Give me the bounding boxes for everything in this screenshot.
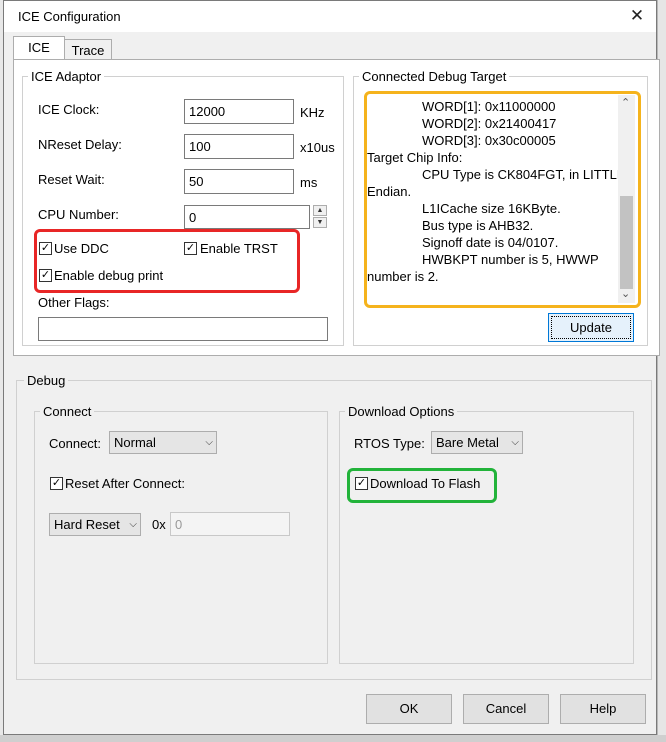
- other-flags-label: Other Flags:: [38, 295, 110, 310]
- spin-up-icon[interactable]: ▲: [313, 205, 327, 216]
- close-icon[interactable]: ✕: [624, 4, 650, 28]
- ice-clock-input[interactable]: 12000: [184, 99, 294, 124]
- update-button[interactable]: Update: [548, 313, 634, 342]
- spin-down-icon[interactable]: ▼: [313, 217, 327, 228]
- cpu-number-input[interactable]: 0: [184, 205, 310, 229]
- chevron-down-icon: ⌵: [511, 437, 519, 448]
- ice-adaptor-title: ICE Adaptor: [28, 69, 105, 84]
- reset-address-input[interactable]: 0: [170, 512, 290, 536]
- red-highlight-box: [34, 229, 300, 293]
- reset-after-connect-checkbox[interactable]: ✓: [50, 477, 63, 490]
- ok-button[interactable]: OK: [366, 694, 452, 724]
- tab-ice[interactable]: ICE: [13, 36, 65, 61]
- nreset-delay-unit: x10us: [300, 140, 335, 155]
- connect-mode-value: Normal: [114, 435, 156, 450]
- ice-configuration-dialog: ICE Configuration ✕ ICE Trace ICE Adapto…: [3, 0, 660, 735]
- debug-title: Debug: [24, 373, 69, 388]
- ice-clock-label: ICE Clock:: [38, 102, 100, 117]
- reset-wait-label: Reset Wait:: [38, 172, 105, 187]
- chevron-down-icon: ⌵: [205, 437, 213, 448]
- nreset-delay-input[interactable]: 100: [184, 134, 294, 159]
- connect-title: Connect: [40, 404, 95, 419]
- window-title: ICE Configuration: [18, 9, 121, 24]
- connect-label: Connect:: [49, 436, 102, 451]
- tab-trace[interactable]: Trace: [64, 39, 112, 61]
- nreset-delay-label: NReset Delay:: [38, 137, 122, 152]
- rtos-type-label: RTOS Type:: [354, 436, 425, 451]
- debug-target-title: Connected Debug Target: [359, 69, 510, 84]
- cpu-number-label: CPU Number:: [38, 207, 119, 222]
- rtos-type-dropdown[interactable]: Bare Metal ⌵: [431, 431, 523, 454]
- other-flags-input[interactable]: [38, 317, 328, 341]
- update-button-label: Update: [570, 320, 612, 335]
- chevron-down-icon: ⌵: [129, 519, 137, 530]
- connect-mode-dropdown[interactable]: Normal ⌵: [109, 431, 217, 454]
- reset-type-dropdown[interactable]: Hard Reset ⌵: [49, 513, 141, 536]
- cancel-button[interactable]: Cancel: [463, 694, 549, 724]
- background-window-bottom: [0, 735, 666, 742]
- download-options-title: Download Options: [345, 404, 458, 419]
- title-bar: ICE Configuration ✕: [4, 1, 656, 32]
- reset-wait-unit: ms: [300, 175, 318, 190]
- reset-after-connect-label: Reset After Connect:: [65, 476, 185, 491]
- rtos-type-value: Bare Metal: [436, 435, 499, 450]
- help-button[interactable]: Help: [560, 694, 646, 724]
- reset-wait-input[interactable]: 50: [184, 169, 294, 194]
- ice-clock-unit: KHz: [300, 105, 325, 120]
- yellow-highlight-box: [364, 91, 641, 308]
- green-highlight-box: [347, 468, 497, 503]
- hex-prefix-label: 0x: [152, 517, 166, 532]
- reset-type-value: Hard Reset: [54, 517, 120, 532]
